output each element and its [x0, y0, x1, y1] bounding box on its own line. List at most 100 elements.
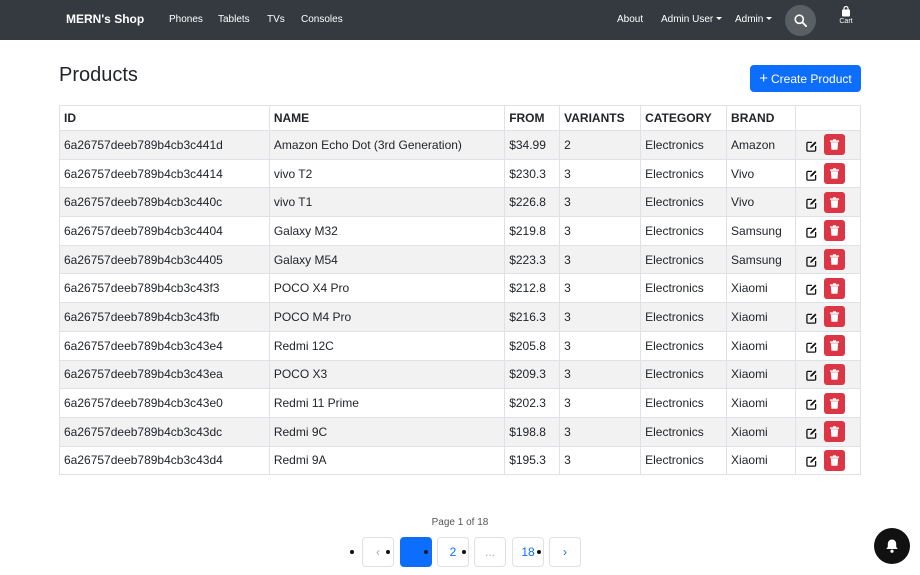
column-header-actions [795, 105, 861, 131]
cell-name: Redmi 9A [268, 445, 506, 476]
delete-button[interactable] [824, 363, 845, 385]
products-table: ID NAME FROM VARIANTS CATEGORY BRAND 6a2… [59, 105, 861, 476]
next-page-button[interactable]: › [549, 537, 581, 567]
cell-name: POCO M4 Pro [268, 302, 506, 332]
cell-actions [795, 216, 861, 246]
admin-menu-dropdown[interactable]: Admin [735, 14, 773, 25]
trash-icon [829, 196, 840, 208]
table-row: 6a26757deeb789b4cb3c43f3 POCO X4 Pro $212.… [59, 273, 861, 304]
cell-name: vivo T2 [268, 158, 506, 189]
edit-icon [806, 342, 817, 353]
table-header-row: ID NAME FROM VARIANTS CATEGORY BRAND [59, 105, 861, 131]
edit-icon [806, 141, 817, 152]
cell-from: $212.8 [504, 273, 561, 304]
column-header-variants: VARIANTS [559, 105, 642, 131]
delete-button[interactable] [824, 421, 845, 443]
nav-link-about[interactable]: About [617, 14, 643, 25]
cell-name: Redmi 9C [268, 416, 506, 447]
cell-variants: 3 [559, 416, 642, 447]
notifications-button[interactable] [874, 528, 910, 564]
cell-variants: 3 [559, 330, 642, 361]
cell-variants: 3 [559, 445, 642, 476]
edit-icon [806, 284, 817, 296]
page-2-label: 2 [449, 545, 457, 559]
brand-logo[interactable]: MERN's Shop [66, 12, 144, 26]
delete-button[interactable] [824, 335, 845, 357]
pagination-dot-icon [386, 550, 390, 554]
cell-brand: Xiaomi [726, 388, 796, 418]
delete-button[interactable] [824, 249, 845, 271]
cell-category: Electronics [640, 273, 728, 304]
edit-button[interactable] [802, 364, 822, 384]
page-info: Page 1 of 18 [431, 517, 489, 528]
cell-from: $205.8 [504, 330, 561, 361]
delete-button[interactable] [824, 134, 845, 156]
delete-button[interactable] [824, 191, 845, 213]
cell-from: $223.3 [504, 244, 561, 275]
edit-button[interactable] [802, 192, 822, 212]
cell-from: $195.3 [504, 445, 561, 476]
create-product-label: Create Product [771, 71, 852, 86]
cell-category: Electronics [640, 130, 728, 160]
cell-id: 6a26757deeb789b4cb3c43e0 [59, 388, 270, 418]
products-table-body: 6a26757deeb789b4cb3c441d Amazon Echo Dot … [59, 130, 861, 476]
delete-button[interactable] [824, 277, 845, 299]
cell-actions [795, 244, 861, 275]
create-product-button[interactable]: + Create Product [750, 65, 861, 92]
user-menu-dropdown[interactable]: Admin User [661, 14, 723, 25]
cell-from: $226.8 [504, 187, 561, 218]
cart-link[interactable]: Cart [834, 6, 858, 25]
cell-category: Electronics [640, 388, 728, 418]
table-row: 6a26757deeb789b4cb3c43d4 Redmi 9A $195.3 3 E… [59, 445, 861, 476]
cell-id: 6a26757deeb789b4cb3c4404 [59, 216, 270, 246]
cell-actions [795, 158, 861, 189]
table-row: 6a26757deeb789b4cb3c441d Amazon Echo Dot … [59, 130, 861, 160]
cell-id: 6a26757deeb789b4cb3c43fb [59, 302, 270, 332]
edit-button[interactable] [802, 336, 822, 356]
table-row: 6a26757deeb789b4cb3c440c vivo T1 $226.8 3 El… [59, 187, 861, 218]
cell-id: 6a26757deeb789b4cb3c4414 [59, 158, 270, 189]
edit-button[interactable] [802, 422, 822, 442]
cell-variants: 3 [559, 359, 642, 390]
edit-button[interactable] [802, 164, 822, 184]
nav-link-consoles[interactable]: Consoles [301, 14, 343, 25]
cell-variants: 3 [559, 302, 642, 332]
delete-button[interactable] [824, 392, 845, 414]
delete-button[interactable] [824, 306, 845, 328]
cell-brand: Vivo [726, 187, 796, 218]
column-header-from: FROM [504, 105, 561, 131]
edit-button[interactable] [802, 450, 822, 470]
edit-button[interactable] [802, 135, 822, 155]
table-row: 6a26757deeb789b4cb3c43dc Redmi 9C $198.8 3 E… [59, 416, 861, 447]
edit-button[interactable] [802, 221, 822, 241]
column-header-brand: BRAND [726, 105, 796, 131]
trash-icon [829, 340, 840, 351]
search-button[interactable] [785, 5, 816, 36]
cell-id: 6a26757deeb789b4cb3c4405 [59, 244, 270, 275]
cell-category: Electronics [640, 359, 728, 390]
trash-icon [829, 225, 840, 237]
edit-button[interactable] [802, 307, 822, 327]
edit-icon [806, 227, 817, 238]
edit-button[interactable] [802, 278, 822, 298]
nav-link-phones[interactable]: Phones [169, 14, 203, 25]
edit-button[interactable] [802, 393, 822, 413]
delete-button[interactable] [824, 220, 845, 242]
edit-button[interactable] [802, 250, 822, 270]
chevron-down-icon [716, 17, 723, 20]
search-icon [794, 14, 807, 27]
chevron-down-icon [766, 17, 773, 20]
table-row: 6a26757deeb789b4cb3c4404 Galaxy M32 $219.8… [59, 216, 861, 246]
delete-button[interactable] [824, 163, 845, 185]
cell-variants: 3 [559, 273, 642, 304]
cell-brand: Xiaomi [726, 359, 796, 390]
nav-link-tablets[interactable]: Tablets [218, 14, 250, 25]
cell-variants: 3 [559, 216, 642, 246]
nav-link-tvs[interactable]: TVs [267, 14, 285, 25]
edit-icon [806, 256, 817, 267]
cell-brand: Samsung [726, 216, 796, 246]
table-row: 6a26757deeb789b4cb3c43fb POCO M4 Pro $216.… [59, 302, 861, 332]
cell-variants: 3 [559, 388, 642, 418]
pagination-dot-icon [537, 550, 541, 554]
delete-button[interactable] [824, 449, 845, 471]
